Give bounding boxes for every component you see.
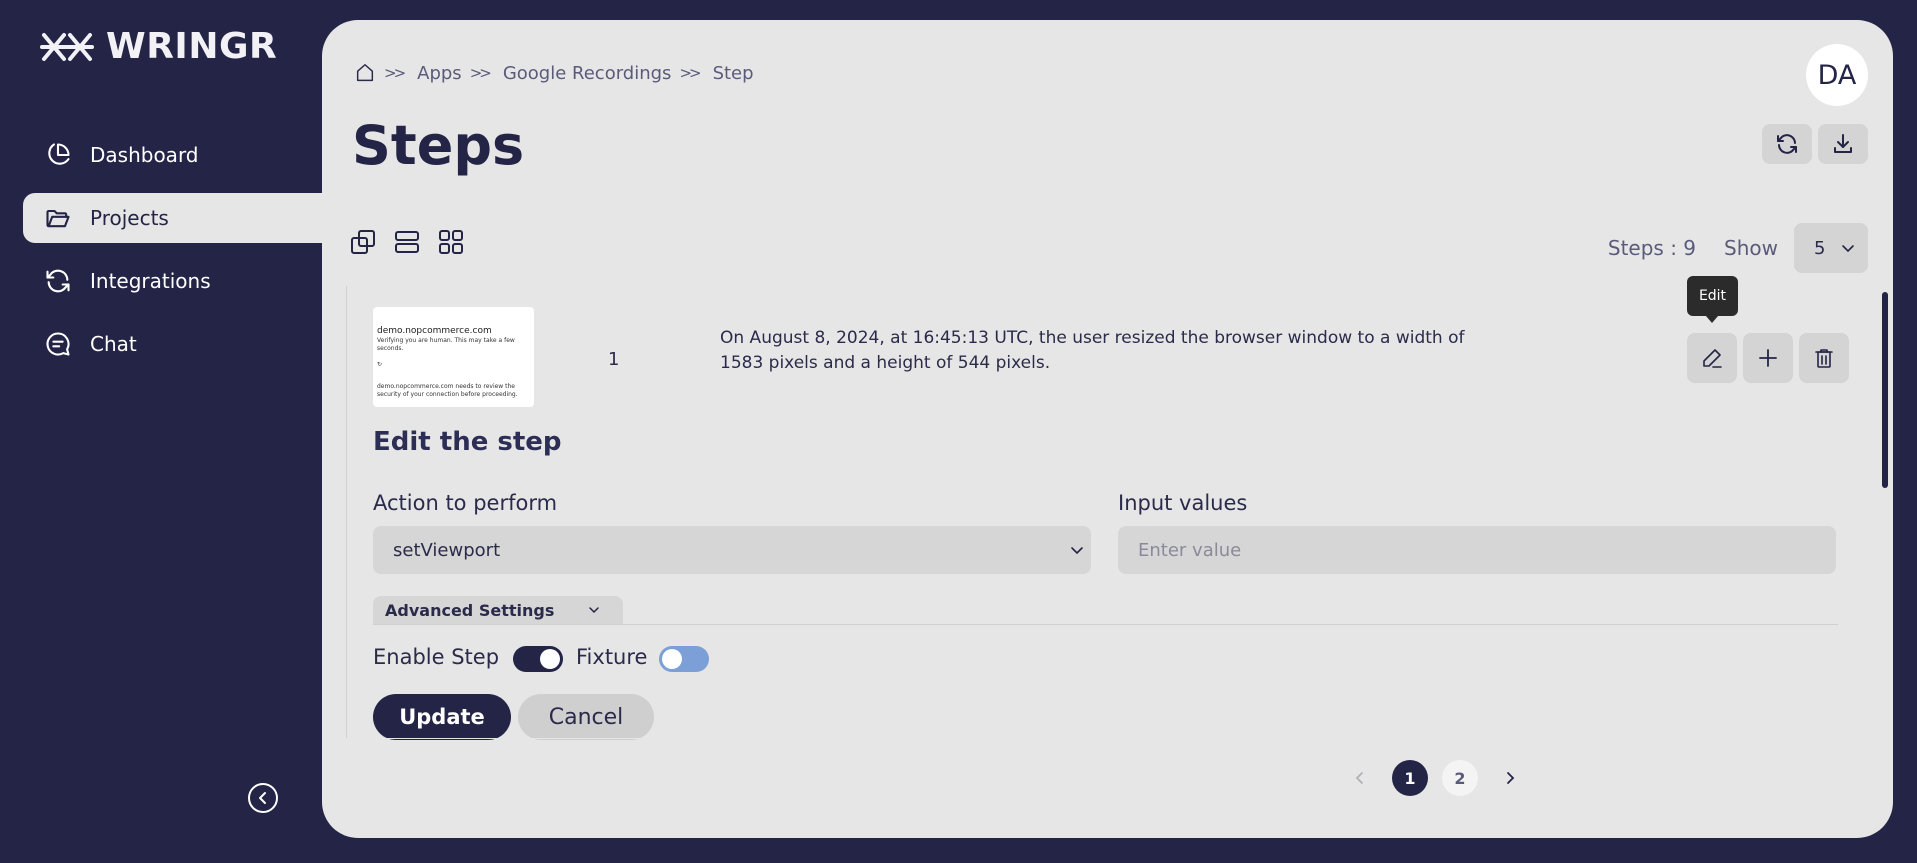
divider bbox=[373, 624, 1838, 625]
refresh-button[interactable] bbox=[1762, 124, 1812, 164]
page-actions bbox=[1762, 124, 1868, 164]
download-icon bbox=[1834, 134, 1852, 153]
brand-name: WRINGR bbox=[106, 26, 278, 67]
chevron-left-icon bbox=[259, 792, 266, 804]
chevron-double-right-icon: >> bbox=[469, 64, 492, 82]
input-values-field[interactable] bbox=[1118, 526, 1836, 574]
update-button[interactable]: Update bbox=[373, 694, 511, 740]
brand-logo[interactable]: WRINGR bbox=[40, 26, 277, 67]
action-select-value: setViewport bbox=[393, 539, 501, 561]
grid-view-button[interactable] bbox=[437, 228, 465, 256]
step-actions bbox=[1687, 333, 1849, 383]
rows-icon bbox=[395, 231, 419, 253]
folder-icon bbox=[46, 209, 70, 228]
page-title: Steps bbox=[352, 114, 525, 177]
prev-page-button[interactable] bbox=[1342, 760, 1378, 796]
thumbnail-line2: demo.nopcommerce.com needs to review the… bbox=[377, 383, 518, 398]
grid-icon bbox=[439, 230, 463, 254]
sidebar-item-label: Chat bbox=[90, 332, 137, 356]
add-step-button[interactable] bbox=[1743, 333, 1793, 383]
sidebar-collapse-button[interactable] bbox=[248, 783, 278, 813]
chevron-double-right-icon: >> bbox=[679, 64, 701, 82]
page-size-select[interactable]: 5 bbox=[1794, 223, 1868, 273]
step-thumbnail[interactable]: demo.nopcommerce.com Verifying you are h… bbox=[373, 307, 534, 407]
fixture-toggle[interactable] bbox=[659, 646, 709, 672]
chat-bubble-icon bbox=[46, 332, 70, 356]
step-description: On August 8, 2024, at 16:45:13 UTC, the … bbox=[720, 328, 1465, 373]
refresh-icon bbox=[1777, 134, 1797, 154]
steps-meta: Steps : 9 Show 5 bbox=[1608, 223, 1868, 273]
pie-chart-icon bbox=[48, 143, 70, 165]
chevron-right-icon bbox=[1507, 772, 1515, 784]
chevron-down-icon bbox=[589, 607, 599, 614]
cancel-button[interactable]: Cancel bbox=[518, 694, 654, 740]
thumbnail-spinner: ↻ bbox=[377, 361, 383, 368]
fixture-label: Fixture bbox=[576, 645, 648, 669]
input-values-label: Input values bbox=[1118, 491, 1248, 515]
refresh-icon bbox=[46, 269, 70, 293]
list-bottom-edge bbox=[346, 738, 1868, 739]
copy-icon bbox=[351, 230, 375, 254]
sidebar-item-integrations[interactable]: Integrations bbox=[0, 256, 322, 306]
thumbnail-site: demo.nopcommerce.com bbox=[377, 326, 492, 336]
enable-step-toggle[interactable] bbox=[513, 646, 563, 672]
toggle-knob bbox=[662, 649, 682, 669]
edit-step-button[interactable] bbox=[1687, 333, 1737, 383]
sidebar-nav: Dashboard Projects Integrations Chat bbox=[0, 130, 322, 382]
thumbnail-line1: Verifying you are human. This may take a… bbox=[377, 337, 515, 352]
view-mode-toggle bbox=[349, 228, 465, 256]
breadcrumb-google-recordings[interactable]: Google Recordings bbox=[503, 63, 672, 84]
chevron-double-right-icon: >> bbox=[384, 64, 406, 82]
sidebar-item-projects[interactable]: Projects bbox=[23, 193, 322, 243]
list-view-button[interactable] bbox=[393, 228, 421, 256]
chevron-left-icon bbox=[1355, 772, 1363, 784]
breadcrumb-step: Step bbox=[712, 62, 754, 84]
chevron-down-icon bbox=[1071, 547, 1083, 555]
steps-scrollbar[interactable] bbox=[1882, 286, 1888, 738]
sidebar-item-dashboard[interactable]: Dashboard bbox=[0, 130, 322, 180]
edit-tooltip: Edit bbox=[1687, 276, 1738, 323]
page-size-value: 5 bbox=[1814, 237, 1826, 259]
delete-step-button[interactable] bbox=[1799, 333, 1849, 383]
show-label: Show bbox=[1724, 236, 1778, 260]
page-1-button[interactable]: 1 bbox=[1392, 760, 1428, 796]
pencil-icon bbox=[1703, 349, 1722, 368]
home-icon[interactable] bbox=[354, 62, 376, 84]
breadcrumb-apps[interactable]: Apps bbox=[417, 63, 462, 84]
sidebar-item-label: Dashboard bbox=[90, 143, 199, 167]
sidebar-item-label: Projects bbox=[90, 206, 169, 230]
toggle-knob bbox=[540, 649, 560, 669]
scrollbar-thumb[interactable] bbox=[1882, 292, 1888, 488]
download-button[interactable] bbox=[1818, 124, 1868, 164]
avatar[interactable]: DA bbox=[1806, 44, 1868, 106]
chevron-down-icon bbox=[1842, 245, 1854, 253]
breadcrumb: >> Apps >> Google Recordings >> Step bbox=[354, 62, 754, 84]
trash-icon bbox=[1815, 349, 1833, 368]
advanced-settings-label: Advanced Settings bbox=[385, 600, 555, 620]
steps-count: Steps : 9 bbox=[1607, 236, 1697, 260]
sidebar-item-label: Integrations bbox=[90, 269, 211, 293]
page-2-button[interactable]: 2 bbox=[1442, 760, 1478, 796]
advanced-settings-toggle[interactable]: Advanced Settings bbox=[373, 596, 623, 624]
wringr-logo-icon bbox=[40, 32, 94, 61]
next-page-button[interactable] bbox=[1492, 760, 1528, 796]
action-label: Action to perform bbox=[373, 491, 558, 515]
copy-view-button[interactable] bbox=[349, 228, 377, 256]
step-number: 1 bbox=[608, 349, 620, 370]
plus-icon bbox=[1759, 349, 1777, 367]
sidebar-item-chat[interactable]: Chat bbox=[0, 319, 322, 369]
pagination: 1 2 bbox=[1342, 760, 1528, 796]
action-select[interactable]: setViewport bbox=[373, 526, 1091, 574]
enable-step-label: Enable Step bbox=[373, 645, 500, 669]
edit-step-title: Edit the step bbox=[373, 427, 562, 457]
